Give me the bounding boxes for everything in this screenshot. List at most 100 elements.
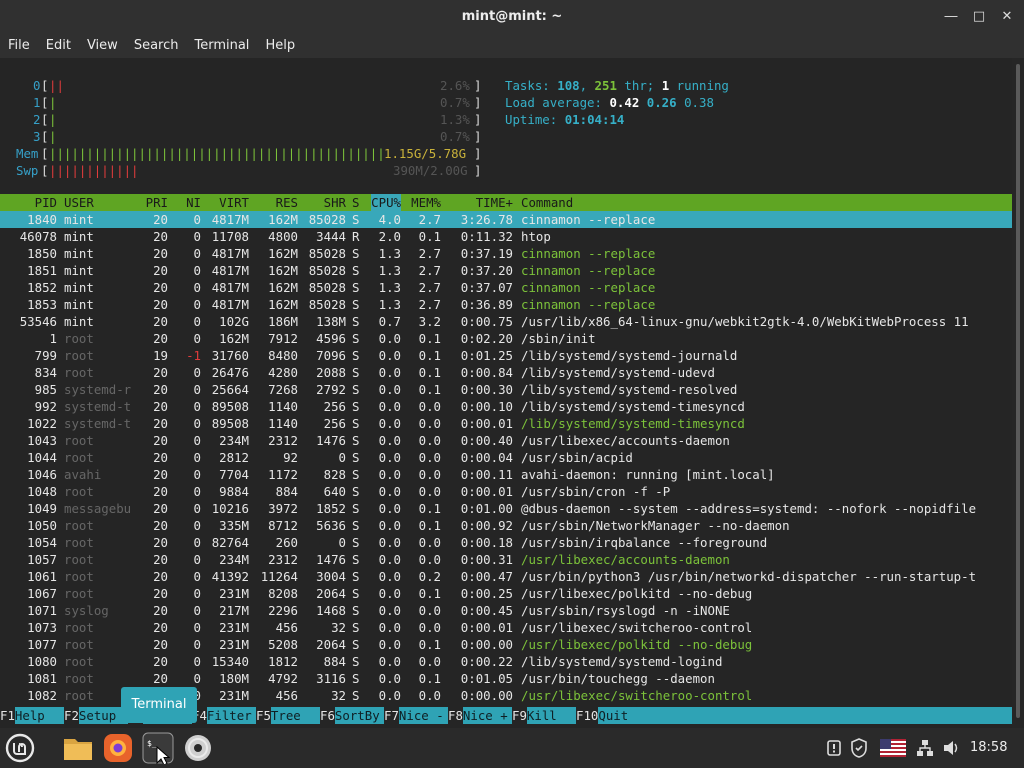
column-header-pri[interactable]: PRI: [146, 194, 168, 211]
table-row[interactable]: 1048 root 20 0 9884 884 640 S 0.0 0.0 0:00.01/usr/…: [0, 483, 1012, 500]
fkey-label-nice[interactable]: Nice +: [462, 707, 512, 724]
table-row[interactable]: 1043 root 20 0 234M 2312 1476 S 0.0 0.0 0:00.40/us…: [0, 432, 1012, 449]
table-row[interactable]: 1057 root 20 0 234M 2312 1476 S 0.0 0.0 0:00.31/us…: [0, 551, 1012, 568]
column-header-res[interactable]: RES: [276, 194, 298, 211]
table-row[interactable]: 1077 root 20 0 231M 5208 2064 S 0.0 0.1 0:00.00/us…: [0, 636, 1012, 653]
fkey-label-tree[interactable]: Tree: [270, 707, 320, 724]
cell: systemd-t: [64, 416, 132, 431]
menu-help[interactable]: Help: [257, 34, 303, 58]
cell: 10216: [211, 501, 249, 516]
cell: S: [352, 416, 360, 431]
cell: 20: [153, 263, 168, 278]
table-row[interactable]: 1022 systemd-t 20 0 89508 1140 256 S 0.0 0.0 0:00.…: [0, 415, 1012, 432]
column-header-user[interactable]: USER: [64, 194, 94, 211]
table-row[interactable]: 1073 root 20 0 231M 456 32 S 0.0 0.0 0:00.01/usr/l…: [0, 619, 1012, 636]
menu-view[interactable]: View: [79, 34, 126, 58]
menu-edit[interactable]: Edit: [38, 34, 79, 58]
table-row[interactable]: 1049 messagebu 20 0 10216 3972 1852 S 0.0 0.1 0:01…: [0, 500, 1012, 517]
cell: 1.3: [378, 280, 401, 295]
cell: systemd-r: [64, 382, 132, 397]
cell: 0: [193, 263, 201, 278]
column-header-state[interactable]: S: [352, 194, 359, 211]
scrollbar-thumb[interactable]: [1016, 64, 1020, 718]
column-header-virt[interactable]: VIRT: [219, 194, 249, 211]
fkey-f6[interactable]: F6: [320, 707, 335, 724]
menu-search[interactable]: Search: [126, 34, 187, 58]
table-row[interactable]: 1044 root 20 0 2812 92 0 S 0.0 0.0 0:00.04/usr/sbi…: [0, 449, 1012, 466]
close-button[interactable]: ✕: [994, 0, 1020, 34]
table-row[interactable]: 1 root 20 0 162M 7912 4596 S 0.0 0.1 0:02.20/sbin/…: [0, 330, 1012, 347]
cell: 0:37.07: [460, 280, 513, 295]
menu-file[interactable]: File: [0, 34, 38, 58]
update-manager-icon[interactable]: [826, 739, 842, 757]
firefox-icon[interactable]: [102, 732, 134, 764]
table-row-selected[interactable]: 1840 mint 20 0 4817M 162M 85028 S 4.0 2.7 3:26.78 c…: [0, 211, 1012, 228]
column-header-shr[interactable]: SHR: [324, 194, 346, 211]
fkey-f7[interactable]: F7: [384, 707, 399, 724]
table-row[interactable]: 1853 mint 20 0 4817M 162M 85028 S 1.3 2.7 0:36.89 c…: [0, 296, 1012, 313]
fkey-f9[interactable]: F9: [512, 707, 527, 724]
fkey-label-sortby[interactable]: SortBy: [334, 707, 384, 724]
cell: 0:02.20: [460, 331, 513, 346]
fkey-label-quit[interactable]: Quit: [598, 707, 1012, 724]
process-table-header[interactable]: PID USER PRI NI VIRT RES SHR S CPU% MEM% TIME+ Comm…: [0, 194, 1012, 211]
table-row[interactable]: 834 root 20 0 26476 4280 2088 S 0.0 0.1 0:00.84/li…: [0, 364, 1012, 381]
shield-icon[interactable]: [850, 738, 868, 758]
minimize-button[interactable]: ―: [938, 0, 964, 34]
mint-menu-icon[interactable]: [4, 732, 36, 764]
cell: 256: [323, 399, 346, 414]
table-row[interactable]: 1080 root 20 0 15340 1812 884 S 0.0 0.0 0:00.22/li…: [0, 653, 1012, 670]
fkey-f1[interactable]: F1: [0, 707, 15, 724]
menu-terminal[interactable]: Terminal: [186, 34, 257, 58]
table-row[interactable]: 1851 mint 20 0 4817M 162M 85028 S 1.3 2.7 0:37.20 c…: [0, 262, 1012, 279]
terminal-area[interactable]: 0[|| 2.6%] 1[| 0.7%] 2[| 1.3%] 3[| 0.7%] Mem[|||…: [0, 58, 1012, 728]
table-row[interactable]: 1071 syslog 20 0 217M 2296 1468 S 0.0 0.0 0:00.45 /…: [0, 602, 1012, 619]
fkey-f8[interactable]: F8: [448, 707, 463, 724]
cell: 4800: [268, 229, 298, 244]
fkey-label-filter[interactable]: Filter: [206, 707, 256, 724]
fkey-f2[interactable]: F2: [64, 707, 79, 724]
fkey-label-nice[interactable]: Nice -: [398, 707, 448, 724]
column-header-ni[interactable]: NI: [186, 194, 201, 211]
column-header-pid[interactable]: PID: [35, 194, 57, 211]
table-row[interactable]: 1046 avahi 20 0 7704 1172 828 S 0.0 0.0 0:00.11 ava…: [0, 466, 1012, 483]
column-header-cpu[interactable]: CPU%: [371, 194, 401, 211]
table-row[interactable]: 992 systemd-t 20 0 89508 1140 256 S 0.0 0.0 0:00.1…: [0, 398, 1012, 415]
cell: 1048: [27, 484, 57, 499]
cell: 0.0: [418, 552, 441, 567]
cell: /usr/libexec/switcheroo-control: [521, 688, 753, 703]
terminal-scrollbar[interactable]: [1012, 58, 1024, 728]
cell: S: [352, 569, 360, 584]
cell: 1840: [27, 212, 57, 227]
column-header-time[interactable]: TIME+: [476, 194, 513, 211]
table-row[interactable]: 1054 root 20 0 82764 260 0 S 0.0 0.0 0:00.18/usr/s…: [0, 534, 1012, 551]
table-row[interactable]: 1852 mint 20 0 4817M 162M 85028 S 1.3 2.7 0:37.07 c…: [0, 279, 1012, 296]
table-row[interactable]: 1850 mint 20 0 4817M 162M 85028 S 1.3 2.7 0:37.19 c…: [0, 245, 1012, 262]
fkey-f10[interactable]: F10: [576, 707, 598, 724]
table-row[interactable]: 1081 root 20 0 180M 4792 3116 S 0.0 0.1 0:01.05/us…: [0, 670, 1012, 687]
swap-bar: ||||||||||||||||||||||||: [49, 163, 137, 178]
files-icon[interactable]: [62, 732, 94, 764]
table-row[interactable]: 799 root 19 -1 31760 8480 7096 S 0.0 0.1 0:01.25/l…: [0, 347, 1012, 364]
fkey-label-help[interactable]: Help: [14, 707, 64, 724]
table-row[interactable]: 1061 root 20 0 41392 11264 3004 S 0.0 0.2 0:00.47 /…: [0, 568, 1012, 585]
cell: cinnamon --replace: [521, 246, 656, 261]
fkey-label-kill[interactable]: Kill: [526, 707, 576, 724]
cell: 799: [34, 348, 57, 363]
column-header-mem[interactable]: MEM%: [411, 194, 441, 211]
table-row[interactable]: 53546 mint 20 0 102G 186M 138M S 0.7 3.2 0:00.75/u…: [0, 313, 1012, 330]
table-row[interactable]: 46078 mint 20 0 11708 4800 3444 R 2.0 0.1 0:11.32 h…: [0, 228, 1012, 245]
clock[interactable]: 18:58: [970, 728, 1007, 768]
disc-icon[interactable]: [182, 732, 214, 764]
cell: 8480: [268, 348, 298, 363]
table-row[interactable]: 985 systemd-r 20 0 25664 7268 2792 S 0.0 0.1 0:00.…: [0, 381, 1012, 398]
us-flag-icon[interactable]: [880, 739, 906, 757]
maximize-button[interactable]: □: [966, 0, 992, 34]
fkey-f5[interactable]: F5: [256, 707, 271, 724]
volume-icon[interactable]: [942, 739, 960, 757]
terminal-icon[interactable]: $_: [142, 732, 174, 764]
network-icon[interactable]: [916, 739, 934, 757]
column-header-command[interactable]: Command: [521, 194, 573, 211]
table-row[interactable]: 1050 root 20 0 335M 8712 5636 S 0.0 0.1 0:00.92/us…: [0, 517, 1012, 534]
table-row[interactable]: 1067 root 20 0 231M 8208 2064 S 0.0 0.1 0:00.25/us…: [0, 585, 1012, 602]
